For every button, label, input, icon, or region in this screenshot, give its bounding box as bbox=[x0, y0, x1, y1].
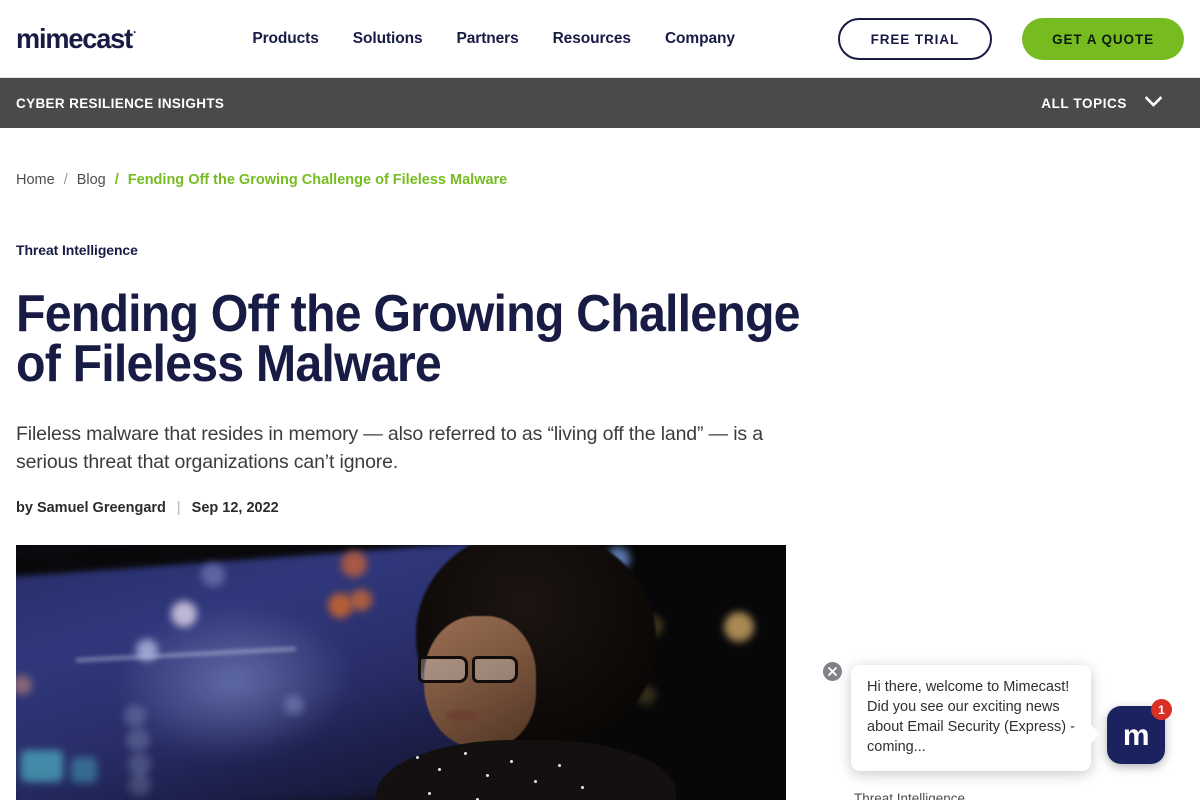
person-shoulder bbox=[376, 740, 676, 800]
bokeh-light bbox=[126, 728, 150, 752]
mimecast-chat-icon: m bbox=[1122, 719, 1150, 752]
related-article-category: Threat Intelligence bbox=[854, 791, 966, 800]
chevron-down-icon bbox=[1144, 94, 1163, 112]
byline-author[interactable]: by Samuel Greengard bbox=[16, 500, 166, 516]
article-subtitle: Fileless malware that resides in memory … bbox=[16, 423, 763, 473]
get-a-quote-button[interactable]: GET A QUOTE bbox=[1022, 18, 1184, 60]
person-lips bbox=[446, 710, 480, 721]
article-topic-label[interactable]: Threat Intelligence bbox=[16, 242, 816, 258]
bokeh-light bbox=[350, 589, 372, 611]
article-column: Threat Intelligence Fending Off the Grow… bbox=[16, 188, 816, 800]
related-article-item[interactable]: Threat Intelligence Attackers Use Well-K… bbox=[854, 791, 1184, 800]
breadcrumb: Home / Blog / Fending Off the Growing Ch… bbox=[0, 128, 1200, 188]
header-actions: FREE TRIAL GET A QUOTE bbox=[837, 18, 1184, 60]
logo-dot: · bbox=[132, 24, 137, 39]
subbar-title[interactable]: CYBER RESILIENCE INSIGHTS bbox=[16, 96, 224, 111]
bokeh-light bbox=[341, 551, 367, 577]
hero-image bbox=[16, 545, 786, 800]
all-topics-label: ALL TOPICS bbox=[1041, 95, 1127, 111]
nav-item-solutions[interactable]: Solutions bbox=[353, 30, 423, 48]
bokeh-light bbox=[124, 705, 146, 727]
mimecast-logo[interactable]: mimecast · bbox=[16, 22, 137, 55]
bokeh-light bbox=[21, 750, 63, 782]
breadcrumb-blog[interactable]: Blog bbox=[77, 172, 106, 188]
breadcrumb-home[interactable]: Home bbox=[16, 172, 55, 188]
chat-greeting-bubble[interactable]: Hi there, welcome to Mimecast! Did you s… bbox=[851, 665, 1100, 771]
bokeh-light bbox=[728, 615, 750, 637]
byline-date: Sep 12, 2022 bbox=[191, 500, 279, 516]
cyber-resilience-insights-bar: CYBER RESILIENCE INSIGHTS ALL TOPICS bbox=[0, 78, 1200, 128]
chat-close-icon[interactable] bbox=[823, 662, 842, 681]
breadcrumb-separator: / bbox=[63, 172, 68, 188]
nav-item-company[interactable]: Company bbox=[665, 30, 735, 48]
main-navigation: Products Solutions Partners Resources Co… bbox=[252, 30, 735, 48]
bokeh-light bbox=[171, 601, 197, 627]
breadcrumb-separator-green: / bbox=[114, 172, 119, 188]
logo-text: mimecast bbox=[16, 22, 133, 54]
bokeh-light bbox=[201, 563, 225, 587]
bokeh-light bbox=[71, 757, 97, 783]
breadcrumb-current: Fending Off the Growing Challenge of Fil… bbox=[127, 172, 508, 188]
chat-launcher-button[interactable]: m 1 bbox=[1107, 699, 1172, 764]
nav-item-partners[interactable]: Partners bbox=[457, 30, 519, 48]
site-header: mimecast · Products Solutions Partners R… bbox=[0, 0, 1200, 78]
hero-person bbox=[376, 545, 726, 800]
chat-unread-badge: 1 bbox=[1151, 699, 1172, 720]
all-topics-dropdown[interactable]: ALL TOPICS bbox=[1041, 94, 1184, 112]
person-glasses bbox=[418, 656, 530, 686]
glasses-lens-right bbox=[472, 656, 518, 683]
byline: by Samuel Greengard | Sep 12, 2022 bbox=[16, 500, 816, 516]
bokeh-light bbox=[128, 773, 151, 796]
byline-separator: | bbox=[176, 500, 181, 516]
nav-item-products[interactable]: Products bbox=[252, 30, 318, 48]
bokeh-light bbox=[284, 695, 304, 715]
page-title: Fending Off the Growing Challenge of Fil… bbox=[16, 285, 801, 393]
free-trial-button[interactable]: FREE TRIAL bbox=[837, 18, 993, 60]
chat-greeting-text: Hi there, welcome to Mimecast! Did you s… bbox=[867, 679, 1075, 755]
glasses-lens-left bbox=[418, 656, 468, 683]
nav-item-resources[interactable]: Resources bbox=[553, 30, 631, 48]
bokeh-light bbox=[136, 639, 158, 661]
